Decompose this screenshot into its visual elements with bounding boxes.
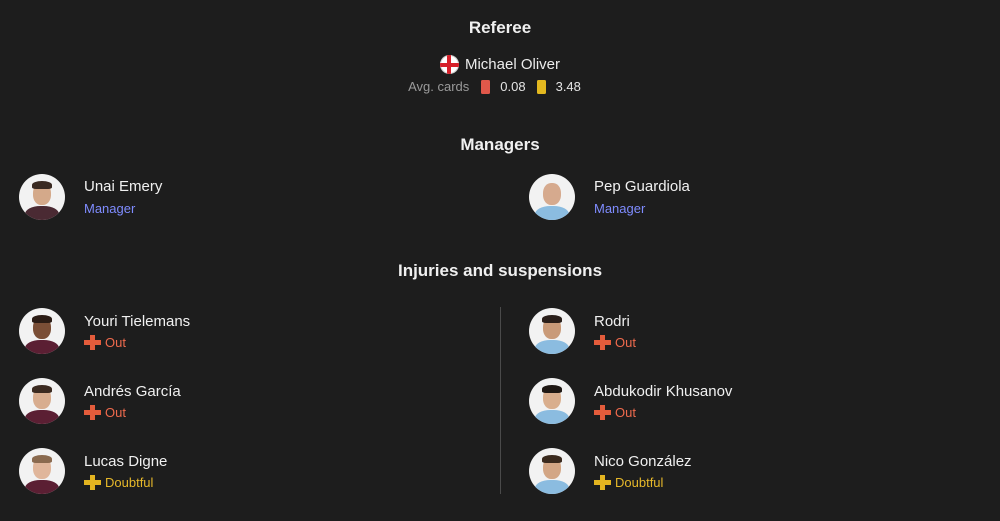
avatar <box>19 448 65 494</box>
injury-list-item[interactable]: Nico González Doubtful <box>529 448 692 494</box>
red-cards-value: 0.08 <box>500 79 526 94</box>
injuries-heading: Injuries and suspensions <box>397 261 603 280</box>
avatar <box>19 174 65 220</box>
home-manager[interactable]: Unai Emery Manager <box>19 174 162 220</box>
england-flag-icon <box>439 55 459 74</box>
referee-heading: Referee <box>468 18 532 37</box>
managers-heading: Managers <box>460 135 540 154</box>
player-name: Lucas Digne <box>84 452 168 470</box>
yellow-card-icon <box>536 79 546 94</box>
injury-list-item[interactable]: Rodri Out <box>529 308 636 354</box>
injury-list-item[interactable]: Youri Tielemans Out <box>19 308 190 354</box>
match-info-panel: Referee Michael Oliver Avg. cards 0.08 3… <box>0 0 1000 521</box>
status-label: Out <box>105 404 126 420</box>
injury-cross-icon <box>594 334 611 350</box>
manager-role: Manager <box>84 200 136 216</box>
doubtful-cross-icon <box>594 474 611 490</box>
avatar <box>529 174 575 220</box>
status-badge: Out <box>84 334 190 351</box>
status-badge: Out <box>594 334 636 351</box>
status-label: Out <box>615 334 636 350</box>
away-manager[interactable]: Pep Guardiola Manager <box>529 174 690 220</box>
injury-cross-icon <box>594 404 611 420</box>
player-name: Abdukodir Khusanov <box>594 382 733 400</box>
status-label: Out <box>615 404 636 420</box>
manager-role: Manager <box>594 200 646 216</box>
yellow-cards-value: 3.48 <box>555 79 581 94</box>
player-name: Andrés García <box>84 382 181 400</box>
status-label: Doubtful <box>105 474 154 490</box>
injury-list-item[interactable]: Lucas Digne Doubtful <box>19 448 167 494</box>
injury-list-item[interactable]: Andrés García Out <box>19 378 181 424</box>
status-badge: Doubtful <box>84 474 167 491</box>
referee-row[interactable]: Michael Oliver <box>0 55 1000 74</box>
injury-cross-icon <box>84 334 101 350</box>
red-card-icon <box>481 79 491 94</box>
avatar <box>529 308 575 354</box>
status-badge: Doubtful <box>594 474 692 491</box>
avatar <box>19 308 65 354</box>
referee-avg-cards: Avg. cards 0.08 3.48 <box>0 79 1000 94</box>
injury-cross-icon <box>84 404 101 420</box>
status-label: Doubtful <box>615 474 664 490</box>
avg-cards-label: Avg. cards <box>408 79 470 94</box>
status-label: Out <box>105 334 126 350</box>
status-badge: Out <box>594 404 732 421</box>
avatar <box>529 378 575 424</box>
manager-name: Pep Guardiola <box>594 177 690 195</box>
avatar <box>529 448 575 494</box>
status-badge: Out <box>84 404 181 421</box>
column-divider <box>500 307 501 494</box>
referee-name: Michael Oliver <box>464 56 561 73</box>
injury-list-item[interactable]: Abdukodir Khusanov Out <box>529 378 732 424</box>
player-name: Rodri <box>594 312 630 330</box>
player-name: Youri Tielemans <box>84 312 191 330</box>
player-name: Nico González <box>594 452 692 470</box>
avatar <box>19 378 65 424</box>
doubtful-cross-icon <box>84 474 101 490</box>
manager-name: Unai Emery <box>84 177 163 195</box>
